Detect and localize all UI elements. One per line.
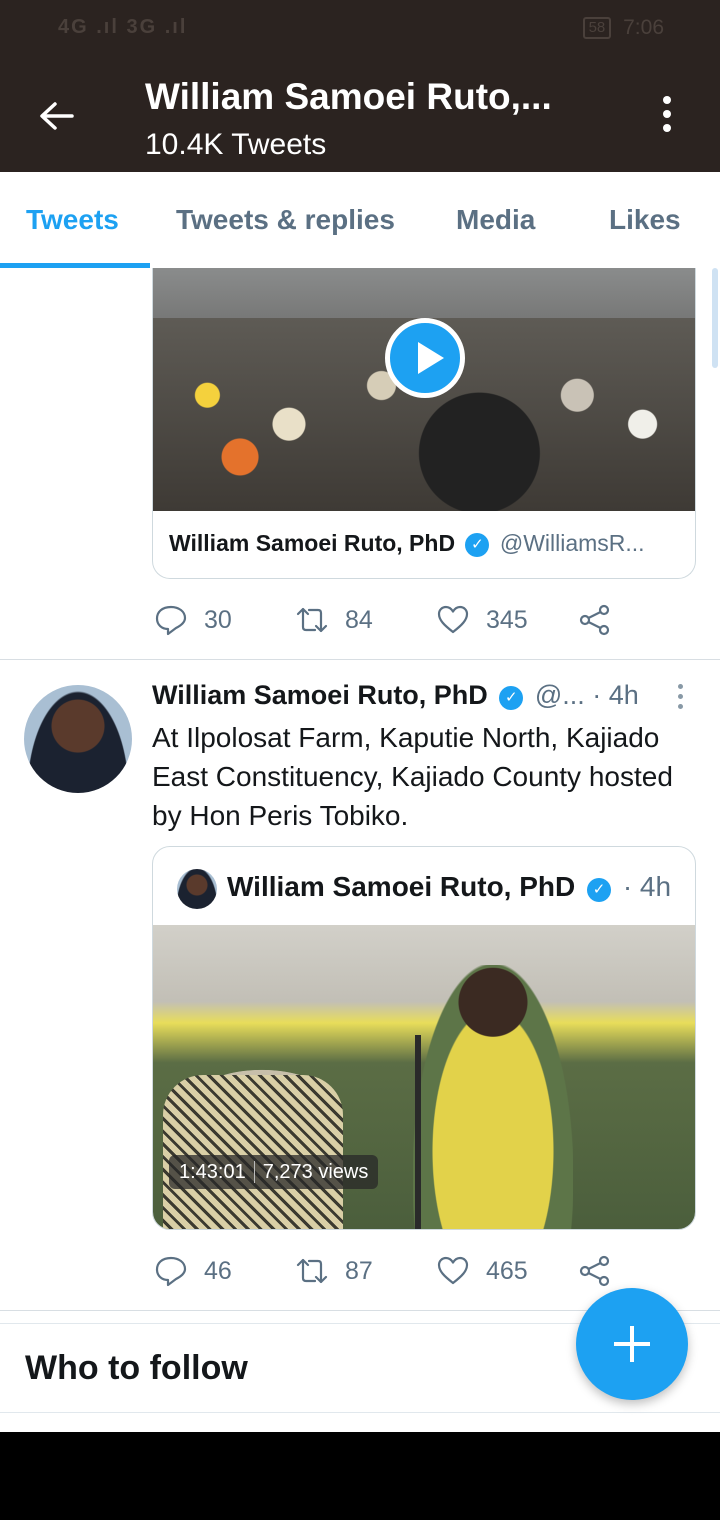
compose-tweet-button[interactable] xyxy=(576,1288,688,1400)
card-author-handle: @WilliamsR... xyxy=(499,530,645,556)
retweet-count: 87 xyxy=(345,1257,373,1285)
tweet-header: William Samoei Ruto, PhD ✓ @... · 4h xyxy=(152,680,680,711)
play-icon[interactable] xyxy=(385,318,465,398)
reply-button[interactable]: 46 xyxy=(154,1251,232,1291)
system-navigation-bar xyxy=(0,1432,720,1520)
like-button[interactable]: 465 xyxy=(436,1251,528,1291)
like-count: 345 xyxy=(486,606,528,634)
retweet-button[interactable]: 87 xyxy=(295,1251,373,1291)
status-bar: 4G .ıl 3G .ıl 58 7:06 xyxy=(0,0,720,60)
author-name[interactable]: William Samoei Ruto, PhD xyxy=(152,680,488,710)
tab-media[interactable]: Media xyxy=(456,204,535,236)
retweet-count: 84 xyxy=(345,606,373,634)
back-arrow-icon[interactable] xyxy=(36,96,76,136)
quoted-author-name: William Samoei Ruto, PhD xyxy=(227,871,576,902)
profile-name-title: William Samoei Ruto,... xyxy=(145,76,552,117)
quoted-author-avatar xyxy=(177,869,217,909)
reply-icon xyxy=(155,1256,187,1287)
who-to-follow-title: Who to follow xyxy=(25,1349,248,1387)
video-duration: 1:43:01 xyxy=(179,1161,246,1183)
verified-badge-icon: ✓ xyxy=(587,878,612,902)
profile-tabs: Tweets Tweets & replies Media Likes xyxy=(0,172,720,268)
tweet-actions: 30 84 345 xyxy=(154,600,624,640)
quoted-tweet[interactable]: William Samoei Ruto, PhD ✓ · 4h 1:43:01 7… xyxy=(152,846,696,1230)
card-author: William Samoei Ruto, PhD ✓ @WilliamsR... xyxy=(169,530,645,557)
video-thumbnail[interactable] xyxy=(153,268,695,511)
author-avatar[interactable] xyxy=(24,685,132,793)
tweet-count: 10.4K Tweets xyxy=(145,128,327,161)
retweet-icon xyxy=(296,607,328,633)
more-options-icon[interactable] xyxy=(654,96,680,136)
scroll-indicator[interactable] xyxy=(712,268,718,368)
clock: 7:06 xyxy=(623,16,664,39)
video-speaker xyxy=(413,965,573,1229)
tweet-text: At Ilpolosat Farm, Kaputie North, Kajiad… xyxy=(152,722,673,831)
retweet-button[interactable]: 84 xyxy=(295,600,373,640)
tab-tweets[interactable]: Tweets xyxy=(26,204,119,236)
video-info-badge: 1:43:01 7,273 views xyxy=(169,1155,379,1189)
verified-badge-icon: ✓ xyxy=(465,533,490,557)
signal-icons: 4G .ıl 3G .ıl xyxy=(58,16,188,38)
share-button[interactable] xyxy=(578,600,628,640)
share-icon xyxy=(579,604,610,636)
share-icon xyxy=(579,1255,610,1287)
video-views: 7,273 views xyxy=(262,1161,369,1183)
card-author-name: William Samoei Ruto, PhD xyxy=(169,530,456,556)
verified-badge-icon: ✓ xyxy=(499,686,524,710)
tweet-actions: 46 87 465 xyxy=(154,1251,624,1291)
reply-icon xyxy=(155,605,187,636)
quoted-header: William Samoei Ruto, PhD ✓ · 4h xyxy=(227,871,671,903)
reply-button[interactable]: 30 xyxy=(154,600,232,640)
heart-icon xyxy=(437,605,469,634)
reply-count: 46 xyxy=(204,1257,232,1285)
status-right: 58 7:06 xyxy=(577,16,664,40)
active-tab-indicator xyxy=(0,263,150,268)
battery-icon: 58 xyxy=(582,17,612,39)
link-card[interactable]: William Samoei Ruto, PhD ✓ @WilliamsR... xyxy=(152,268,696,579)
quoted-video[interactable]: 1:43:01 7,273 views xyxy=(153,925,695,1229)
profile-header: William Samoei Ruto,... 10.4K Tweets xyxy=(0,60,720,172)
reply-count: 30 xyxy=(204,606,232,634)
tweet-time: · 4h xyxy=(592,680,639,710)
author-handle: @... xyxy=(534,680,585,710)
microphone-stand xyxy=(415,1035,421,1229)
like-count: 465 xyxy=(486,1257,528,1285)
tweet-divider xyxy=(0,659,720,660)
heart-icon xyxy=(437,1256,469,1285)
tab-tweets-and-replies[interactable]: Tweets & replies xyxy=(176,204,395,236)
retweet-icon xyxy=(296,1258,328,1284)
quoted-time: · 4h xyxy=(622,871,672,902)
like-button[interactable]: 345 xyxy=(436,600,528,640)
tweet-overflow-icon[interactable] xyxy=(674,684,686,714)
tab-likes[interactable]: Likes xyxy=(609,204,681,236)
video-person-left xyxy=(163,1075,343,1229)
share-button[interactable] xyxy=(578,1251,628,1291)
